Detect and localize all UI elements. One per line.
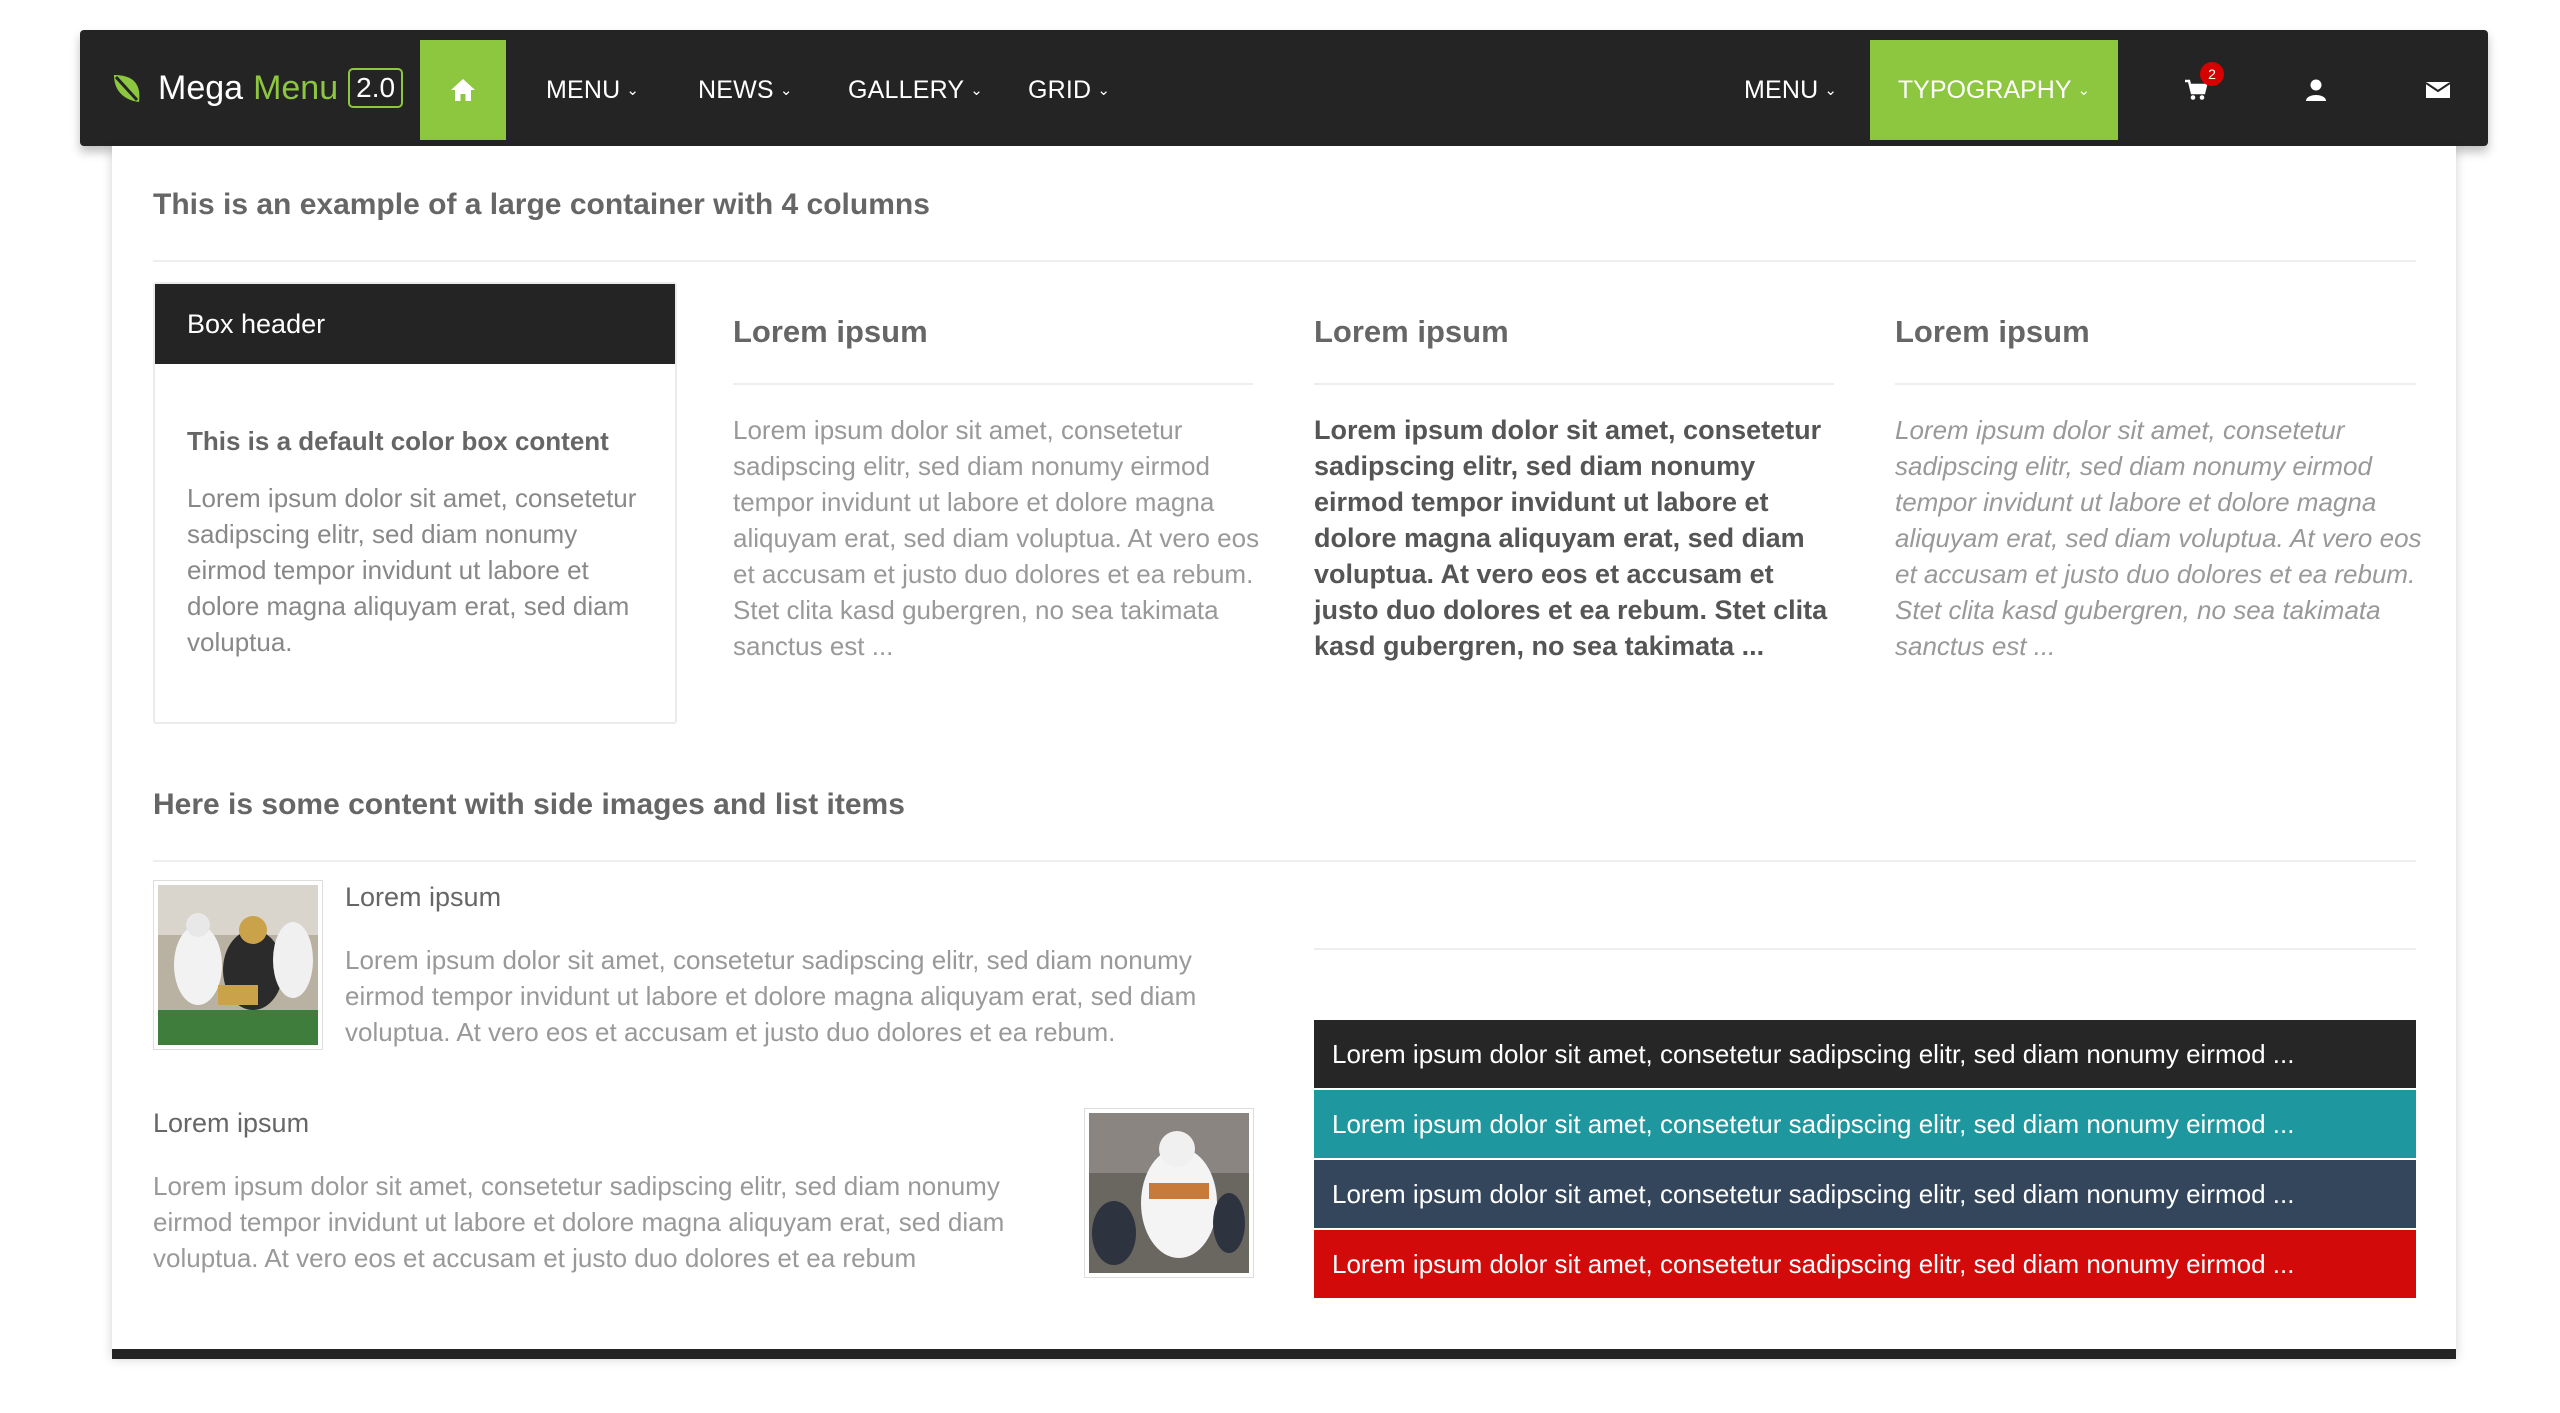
column-text-bold: Lorem ipsum dolor sit amet, consetetur s…	[1314, 415, 1828, 661]
media-title: Lorem ipsum	[345, 882, 502, 912]
column-text-italic: Lorem ipsum dolor sit amet, consetetur s…	[1895, 415, 2422, 661]
column-title: Lorem ipsum	[1314, 314, 1509, 349]
nav-item-menu-label: MENU	[546, 75, 621, 104]
box-header: Box header	[155, 284, 675, 364]
brand-name-mega: Mega	[158, 68, 244, 107]
list-item-text: Lorem ipsum dolor sit amet, consetetur s…	[1332, 1178, 2295, 1209]
color-box: Box header This is a default color box c…	[153, 282, 677, 724]
brand-name-menu: Menu	[253, 68, 339, 107]
nav-item-menu-right-label: MENU	[1744, 75, 1819, 104]
list-item-text: Lorem ipsum dolor sit amet, consetetur s…	[1332, 1248, 2295, 1279]
navbar: Mega Menu 2.0 MENU ⌄ NEWS ⌄ GALLERY ⌄ GRID ⌄…	[80, 30, 2488, 146]
divider	[1314, 948, 2416, 950]
box-subtitle: This is a default color box content	[187, 426, 609, 456]
cart-count-badge: 2	[2200, 62, 2224, 86]
football-players-image	[158, 885, 318, 1045]
list-item[interactable]: Lorem ipsum dolor sit amet, consetetur s…	[1314, 1160, 2416, 1228]
nav-item-gallery[interactable]: GALLERY ⌄	[848, 40, 983, 140]
column-divider	[733, 383, 1253, 385]
column-title: Lorem ipsum	[733, 314, 928, 349]
media-thumbnail[interactable]	[1084, 1108, 1254, 1278]
nav-mail-button[interactable]	[2398, 40, 2478, 140]
leaf-icon	[114, 75, 140, 102]
column-divider	[1314, 383, 1834, 385]
nav-item-menu[interactable]: MENU ⌄	[546, 40, 639, 140]
nav-item-news[interactable]: NEWS ⌄	[698, 40, 793, 140]
nav-item-gallery-label: GALLERY	[848, 75, 965, 104]
media-text: Lorem ipsum dolor sit amet, consetetur s…	[153, 1171, 1005, 1273]
list-item-text: Lorem ipsum dolor sit amet, consetetur s…	[1332, 1108, 2295, 1139]
user-icon	[2306, 79, 2326, 101]
list-item[interactable]: Lorem ipsum dolor sit amet, consetetur s…	[1314, 1020, 2416, 1088]
chevron-down-icon: ⌄	[779, 82, 793, 99]
nav-item-typography[interactable]: TYPOGRAPHY ⌄	[1870, 40, 2118, 140]
media-text: Lorem ipsum dolor sit amet, consetetur s…	[345, 945, 1197, 1047]
media-thumbnail[interactable]	[153, 880, 323, 1050]
chevron-down-icon: ⌄	[1097, 82, 1111, 99]
section-title-media: Here is some content with side images an…	[153, 788, 905, 821]
nav-user-button[interactable]	[2276, 40, 2356, 140]
list-item-text: Lorem ipsum dolor sit amet, consetetur s…	[1332, 1038, 2295, 1069]
chevron-down-icon: ⌄	[1824, 82, 1838, 99]
column-text: Lorem ipsum dolor sit amet, consetetur s…	[733, 415, 1260, 661]
box-header-label: Box header	[187, 308, 326, 339]
nav-home-button[interactable]	[420, 40, 506, 140]
football-player-image	[1089, 1113, 1249, 1273]
media-title: Lorem ipsum	[153, 1108, 310, 1138]
column-title: Lorem ipsum	[1895, 314, 2090, 349]
divider	[153, 260, 2416, 262]
nav-item-menu-right[interactable]: MENU ⌄	[1744, 40, 1837, 140]
nav-item-grid[interactable]: GRID ⌄	[1028, 40, 1110, 140]
nav-cart-button[interactable]: 2	[2156, 40, 2236, 140]
home-icon	[451, 79, 475, 101]
chevron-down-icon: ⌄	[626, 82, 640, 99]
list-item[interactable]: Lorem ipsum dolor sit amet, consetetur s…	[1314, 1090, 2416, 1158]
envelope-icon	[2425, 82, 2451, 98]
brand-version-badge: 2.0	[348, 68, 404, 108]
nav-item-typography-label: TYPOGRAPHY	[1897, 75, 2072, 104]
nav-item-grid-label: GRID	[1028, 75, 1092, 104]
divider	[153, 860, 2416, 862]
brand-logo[interactable]: Mega Menu 2.0	[110, 30, 404, 146]
chevron-down-icon: ⌄	[2077, 82, 2091, 99]
list-item[interactable]: Lorem ipsum dolor sit amet, consetetur s…	[1314, 1230, 2416, 1298]
chevron-down-icon: ⌄	[970, 82, 984, 99]
section-title-columns: This is an example of a large container …	[153, 188, 930, 221]
nav-item-news-label: NEWS	[698, 75, 774, 104]
column-divider	[1895, 383, 2416, 385]
box-text: Lorem ipsum dolor sit amet, consetetur s…	[187, 483, 637, 657]
panel-bottom-border	[112, 1349, 2456, 1359]
